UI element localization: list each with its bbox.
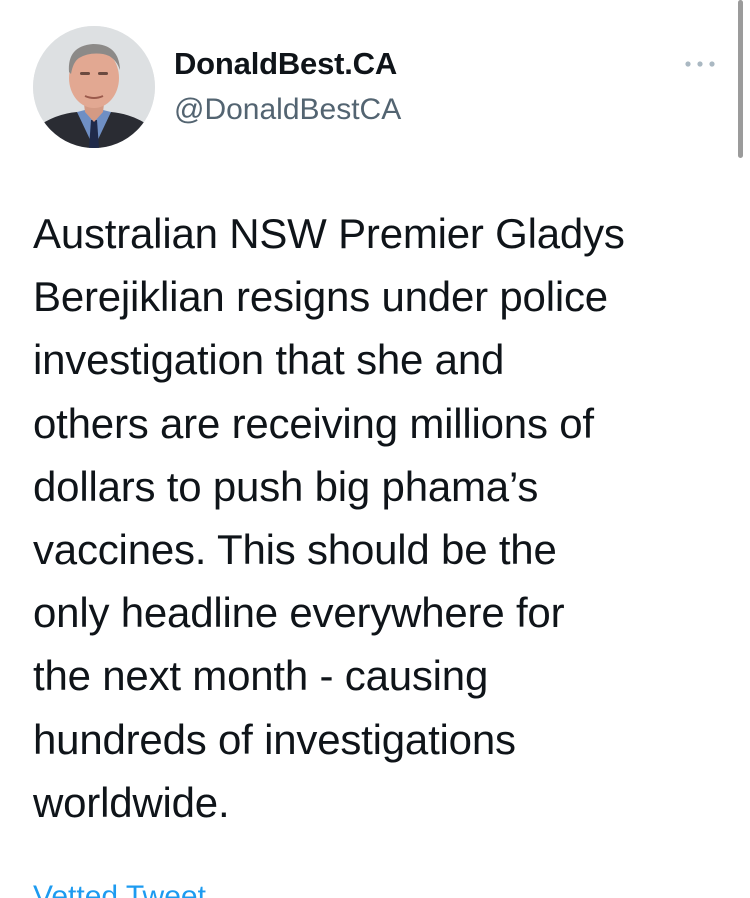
tweet-text-line: others are receiving millions of <box>33 399 594 447</box>
tweet-text-line: hundreds of investigations <box>33 715 516 763</box>
tweet-text-line: vaccines. This should be the <box>33 526 557 574</box>
tweet-text-line: the next month - causing <box>33 652 489 700</box>
avatar[interactable] <box>33 26 155 148</box>
profile-photo <box>33 26 155 148</box>
user-handle[interactable]: @DonaldBestCA <box>174 93 401 127</box>
tweet-text-line: Berejiklian resigns under police <box>33 273 608 321</box>
tweet-text-line: dollars to push big phama’s <box>33 462 539 510</box>
more-horizontal-icon <box>685 61 715 67</box>
scrollbar[interactable] <box>738 0 743 158</box>
vetted-tweet-link[interactable]: Vetted Tweet <box>33 880 206 898</box>
tweet-text-line: only headline everywhere for <box>33 589 565 637</box>
tweet-screen: DonaldBest.CA @DonaldBestCA Australian N… <box>0 0 750 898</box>
more-options-button[interactable] <box>682 52 718 76</box>
tweet-text: Australian NSW Premier Gladys Berejiklia… <box>33 202 723 834</box>
display-name[interactable]: DonaldBest.CA <box>174 46 397 82</box>
tweet-text-line: Australian NSW Premier Gladys <box>33 210 625 257</box>
tweet-text-line: investigation that she and <box>33 336 505 384</box>
tweet-text-line: worldwide. <box>33 778 230 826</box>
